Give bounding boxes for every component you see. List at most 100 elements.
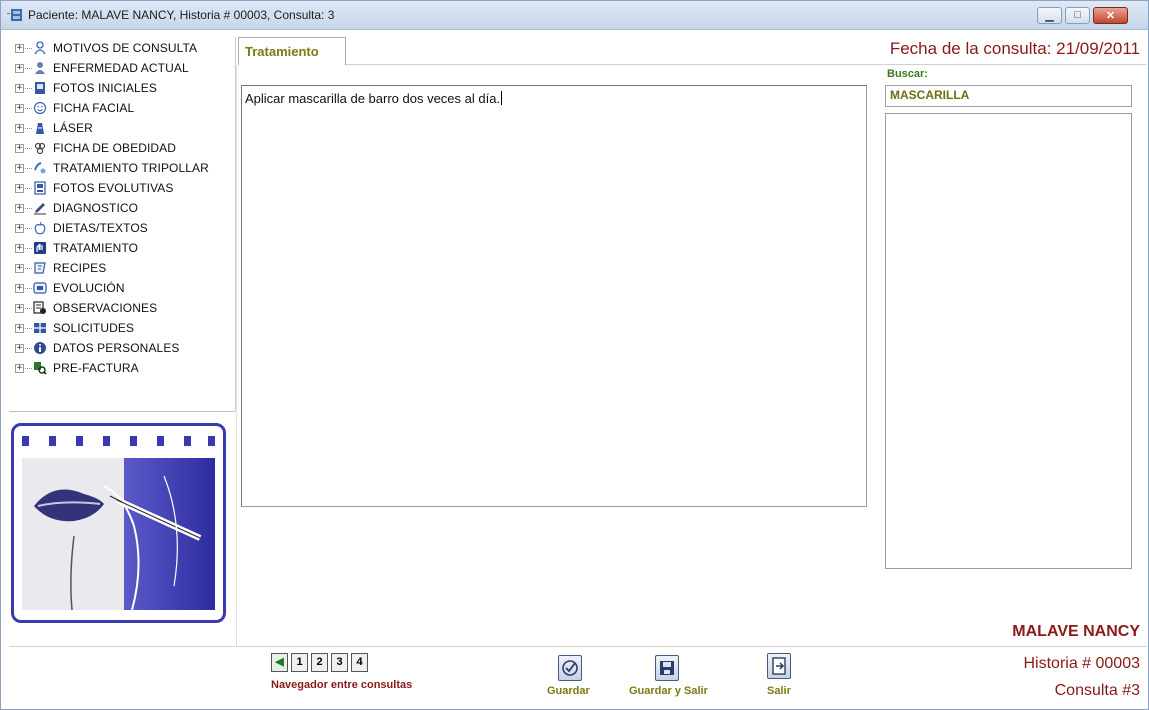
clinic-logo xyxy=(11,423,226,623)
tree-item-recipes[interactable]: + RECIPES xyxy=(15,259,106,277)
tab-label: Tratamiento xyxy=(245,44,319,59)
expand-icon[interactable]: + xyxy=(15,363,24,373)
historia-number: Historia # 00003 xyxy=(1023,655,1140,672)
exit-door-icon xyxy=(772,657,786,675)
expand-icon[interactable]: + xyxy=(15,283,24,293)
scale-icon xyxy=(34,142,46,155)
grid-icon xyxy=(34,323,46,333)
tree-item-label: TRATAMIENTO xyxy=(53,241,139,255)
expand-icon[interactable]: + xyxy=(15,243,24,253)
expand-icon[interactable]: + xyxy=(15,263,24,273)
text-caret xyxy=(501,91,503,105)
title-bar: Paciente: MALAVE NANCY, Historia # 00003… xyxy=(1,1,1148,30)
bottom-divider xyxy=(237,646,1147,647)
tree-item-label: FICHA FACIAL xyxy=(53,101,135,115)
close-button[interactable]: ✕ xyxy=(1093,7,1128,24)
consult-page-4[interactable]: 4 xyxy=(351,653,368,672)
expand-icon[interactable]: + xyxy=(15,183,24,193)
expand-icon[interactable]: + xyxy=(15,223,24,233)
expand-icon[interactable]: + xyxy=(15,43,24,53)
tree-item-dietas-textos[interactable]: + DIETAS/TEXTOS xyxy=(15,219,148,237)
maximize-button[interactable]: □ xyxy=(1065,7,1090,24)
photos-icon xyxy=(34,181,46,195)
tab-baseline xyxy=(346,64,1146,65)
floppy-disk-icon xyxy=(660,661,674,675)
search-input[interactable]: MASCARILLA xyxy=(885,85,1132,107)
left-divider xyxy=(9,411,235,412)
expand-icon[interactable]: + xyxy=(15,343,24,353)
first-consult-button[interactable]: ◀ xyxy=(271,653,288,672)
expand-icon[interactable]: + xyxy=(15,163,24,173)
tree-item-motivos-de-consulta[interactable]: + MOTIVOS DE CONSULTA xyxy=(15,39,197,57)
tree-item-label: FICHA DE OBEDIDAD xyxy=(53,141,177,155)
tree-item-label: FOTOS EVOLUTIVAS xyxy=(53,181,174,195)
tree-item-ficha-de-obedidad[interactable]: + FICHA DE OBEDIDAD xyxy=(15,139,176,157)
door-exit-icon: ◀ xyxy=(275,656,284,668)
smiley-face-icon xyxy=(33,101,47,115)
close-icon: ✕ xyxy=(1105,10,1116,22)
expand-icon[interactable]: + xyxy=(15,323,24,333)
save-button[interactable] xyxy=(558,655,582,681)
consult-page-1[interactable]: 1 xyxy=(291,653,308,672)
checkmark-icon xyxy=(562,660,578,676)
photo-icon xyxy=(35,82,45,94)
tree-item-pre-factura[interactable]: + PRE-FACTURA xyxy=(15,359,139,377)
pane-separator xyxy=(236,65,237,647)
expand-icon[interactable]: + xyxy=(15,203,24,213)
treatment-textarea[interactable]: Aplicar mascarilla de barro dos veces al… xyxy=(241,85,867,507)
tree-item-label: SOLICITUDES xyxy=(53,321,135,335)
consult-date: Fecha de la consulta: 21/09/2011 xyxy=(889,39,1140,58)
minimize-icon: ▁ xyxy=(1045,10,1054,22)
app-icon xyxy=(7,9,22,21)
tree-item-label: RECIPES xyxy=(53,261,107,275)
exit-button[interactable] xyxy=(767,653,791,679)
tree-item-label: OBSERVACIONES xyxy=(53,301,158,315)
tree-item-ficha-facial[interactable]: + FICHA FACIAL xyxy=(15,99,134,117)
tree-item-label: LÁSER xyxy=(53,121,93,135)
tree-item-tratamiento[interactable]: + TRATAMIENTO xyxy=(15,239,138,257)
tree-item-label: ENFERMEDAD ACTUAL xyxy=(53,61,189,75)
expand-icon[interactable]: + xyxy=(15,83,24,93)
expand-icon[interactable]: + xyxy=(15,143,24,153)
save-exit-button[interactable] xyxy=(655,655,679,681)
expand-icon[interactable]: + xyxy=(15,303,24,313)
minimize-button[interactable]: ▁ xyxy=(1037,7,1062,24)
tree-item-fotos-evolutivas[interactable]: + FOTOS EVOLUTIVAS xyxy=(15,179,174,197)
maximize-icon: □ xyxy=(1074,9,1081,21)
tree-item-label: DATOS PERSONALES xyxy=(53,341,180,355)
tree-item-fotos-iniciales[interactable]: + FOTOS INICIALES xyxy=(15,79,157,97)
consult-page-2[interactable]: 2 xyxy=(311,653,328,672)
pen-icon xyxy=(34,203,46,215)
tree-item-label: FOTOS INICIALES xyxy=(53,81,157,95)
tree-item-diagnostico[interactable]: + DIAGNOSTICO xyxy=(15,199,138,217)
exit-label: Salir xyxy=(767,685,791,697)
observations-icon xyxy=(33,301,46,314)
magnifier-icon xyxy=(34,362,47,375)
tree-item-observaciones[interactable]: + OBSERVACIONES xyxy=(15,299,157,317)
tab-tratamiento[interactable]: Tratamiento xyxy=(238,37,346,65)
save-exit-label: Guardar y Salir xyxy=(629,685,708,697)
search-label: Buscar: xyxy=(887,68,928,80)
expand-icon[interactable]: + xyxy=(15,123,24,133)
tree-item-label: DIAGNOSTICO xyxy=(53,201,139,215)
tree-item-datos-personales[interactable]: + DATOS PERSONALES xyxy=(15,339,180,357)
search-results-list[interactable] xyxy=(885,113,1132,569)
tree-item-evolucion[interactable]: + EVOLUCIÓN xyxy=(15,279,125,297)
treatment-icon xyxy=(34,242,46,254)
tripollar-icon xyxy=(34,162,46,174)
save-label: Guardar xyxy=(547,685,590,697)
logo-illustration xyxy=(22,436,215,611)
expand-icon[interactable]: + xyxy=(15,63,24,73)
evolution-icon xyxy=(33,282,47,294)
tree-item-laser[interactable]: + LÁSER xyxy=(15,119,93,137)
tree-item-enfermedad-actual[interactable]: + ENFERMEDAD ACTUAL xyxy=(15,59,189,77)
left-bottom-divider xyxy=(9,646,235,647)
consult-navigator: ◀ 1 2 3 4 xyxy=(271,653,368,673)
expand-icon[interactable]: + xyxy=(15,103,24,113)
tree-item-label: DIETAS/TEXTOS xyxy=(53,221,148,235)
treatment-text: Aplicar mascarilla de barro dos veces al… xyxy=(245,91,501,106)
tree-item-tratamiento-tripollar[interactable]: + TRATAMIENTO TRIPOLLAR xyxy=(15,159,209,177)
apple-icon xyxy=(34,221,46,235)
consult-page-3[interactable]: 3 xyxy=(331,653,348,672)
tree-item-solicitudes[interactable]: + SOLICITUDES xyxy=(15,319,134,337)
